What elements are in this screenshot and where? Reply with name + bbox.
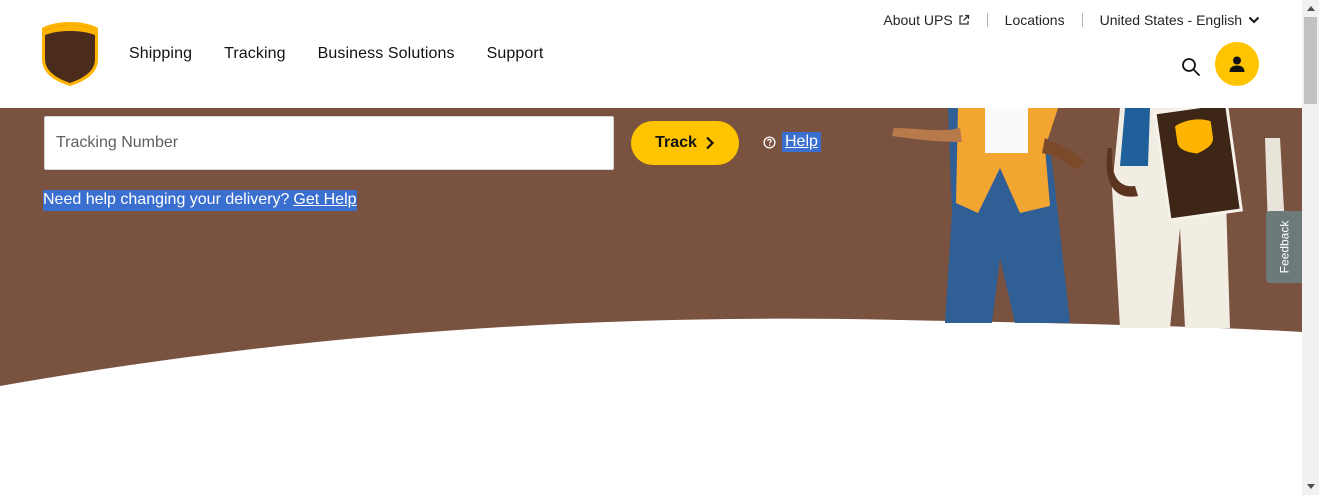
- utility-nav: About UPS Locations United States - Engl…: [883, 12, 1260, 28]
- locations-link[interactable]: Locations: [1005, 12, 1065, 28]
- external-link-icon: [959, 14, 969, 25]
- chevron-down-icon: [1248, 16, 1260, 24]
- feedback-label: Feedback: [1277, 220, 1292, 274]
- language-selector[interactable]: United States - English: [1100, 12, 1260, 28]
- delivery-help-line: Need help changing your delivery? Get Hel…: [43, 190, 357, 211]
- user-icon: [1229, 56, 1245, 72]
- chevron-right-icon: [706, 136, 714, 150]
- feedback-tab[interactable]: Feedback: [1266, 211, 1302, 283]
- triangle-up-icon: [1306, 6, 1315, 11]
- hero-people-illustration: [892, 108, 1285, 328]
- language-label: United States - English: [1099, 12, 1242, 28]
- about-ups-label: About UPS: [883, 12, 953, 28]
- account-button[interactable]: [1215, 42, 1259, 86]
- divider: [1081, 13, 1083, 27]
- question-circle-icon: [763, 135, 776, 149]
- search-button[interactable]: [1180, 56, 1202, 78]
- get-help-link[interactable]: Get Help: [293, 191, 356, 208]
- page: Shipping Tracking Business Solutions Sup…: [0, 0, 1302, 495]
- tracking-number-input[interactable]: [44, 116, 614, 170]
- help-link[interactable]: Help: [782, 132, 821, 152]
- delivery-help-text: Need help changing your delivery?: [43, 191, 290, 208]
- scroll-down-arrow[interactable]: [1302, 478, 1319, 495]
- scrollbar-thumb[interactable]: [1304, 17, 1317, 104]
- ups-logo[interactable]: [41, 21, 99, 87]
- track-button[interactable]: Track: [631, 121, 739, 165]
- nav-support[interactable]: Support: [487, 45, 544, 63]
- search-icon: [1182, 58, 1200, 76]
- site-header: Shipping Tracking Business Solutions Sup…: [0, 0, 1302, 108]
- nav-tracking[interactable]: Tracking: [224, 45, 286, 63]
- scroll-up-arrow[interactable]: [1302, 0, 1319, 17]
- nav-business-solutions[interactable]: Business Solutions: [318, 45, 455, 63]
- track-button-label: Track: [655, 134, 697, 151]
- about-ups-link[interactable]: About UPS: [883, 12, 969, 28]
- main-nav: Shipping Tracking Business Solutions Sup…: [129, 45, 575, 63]
- nav-shipping[interactable]: Shipping: [129, 45, 192, 63]
- divider: [986, 13, 988, 27]
- help-wrap: Help: [763, 132, 821, 152]
- triangle-down-icon: [1306, 484, 1315, 489]
